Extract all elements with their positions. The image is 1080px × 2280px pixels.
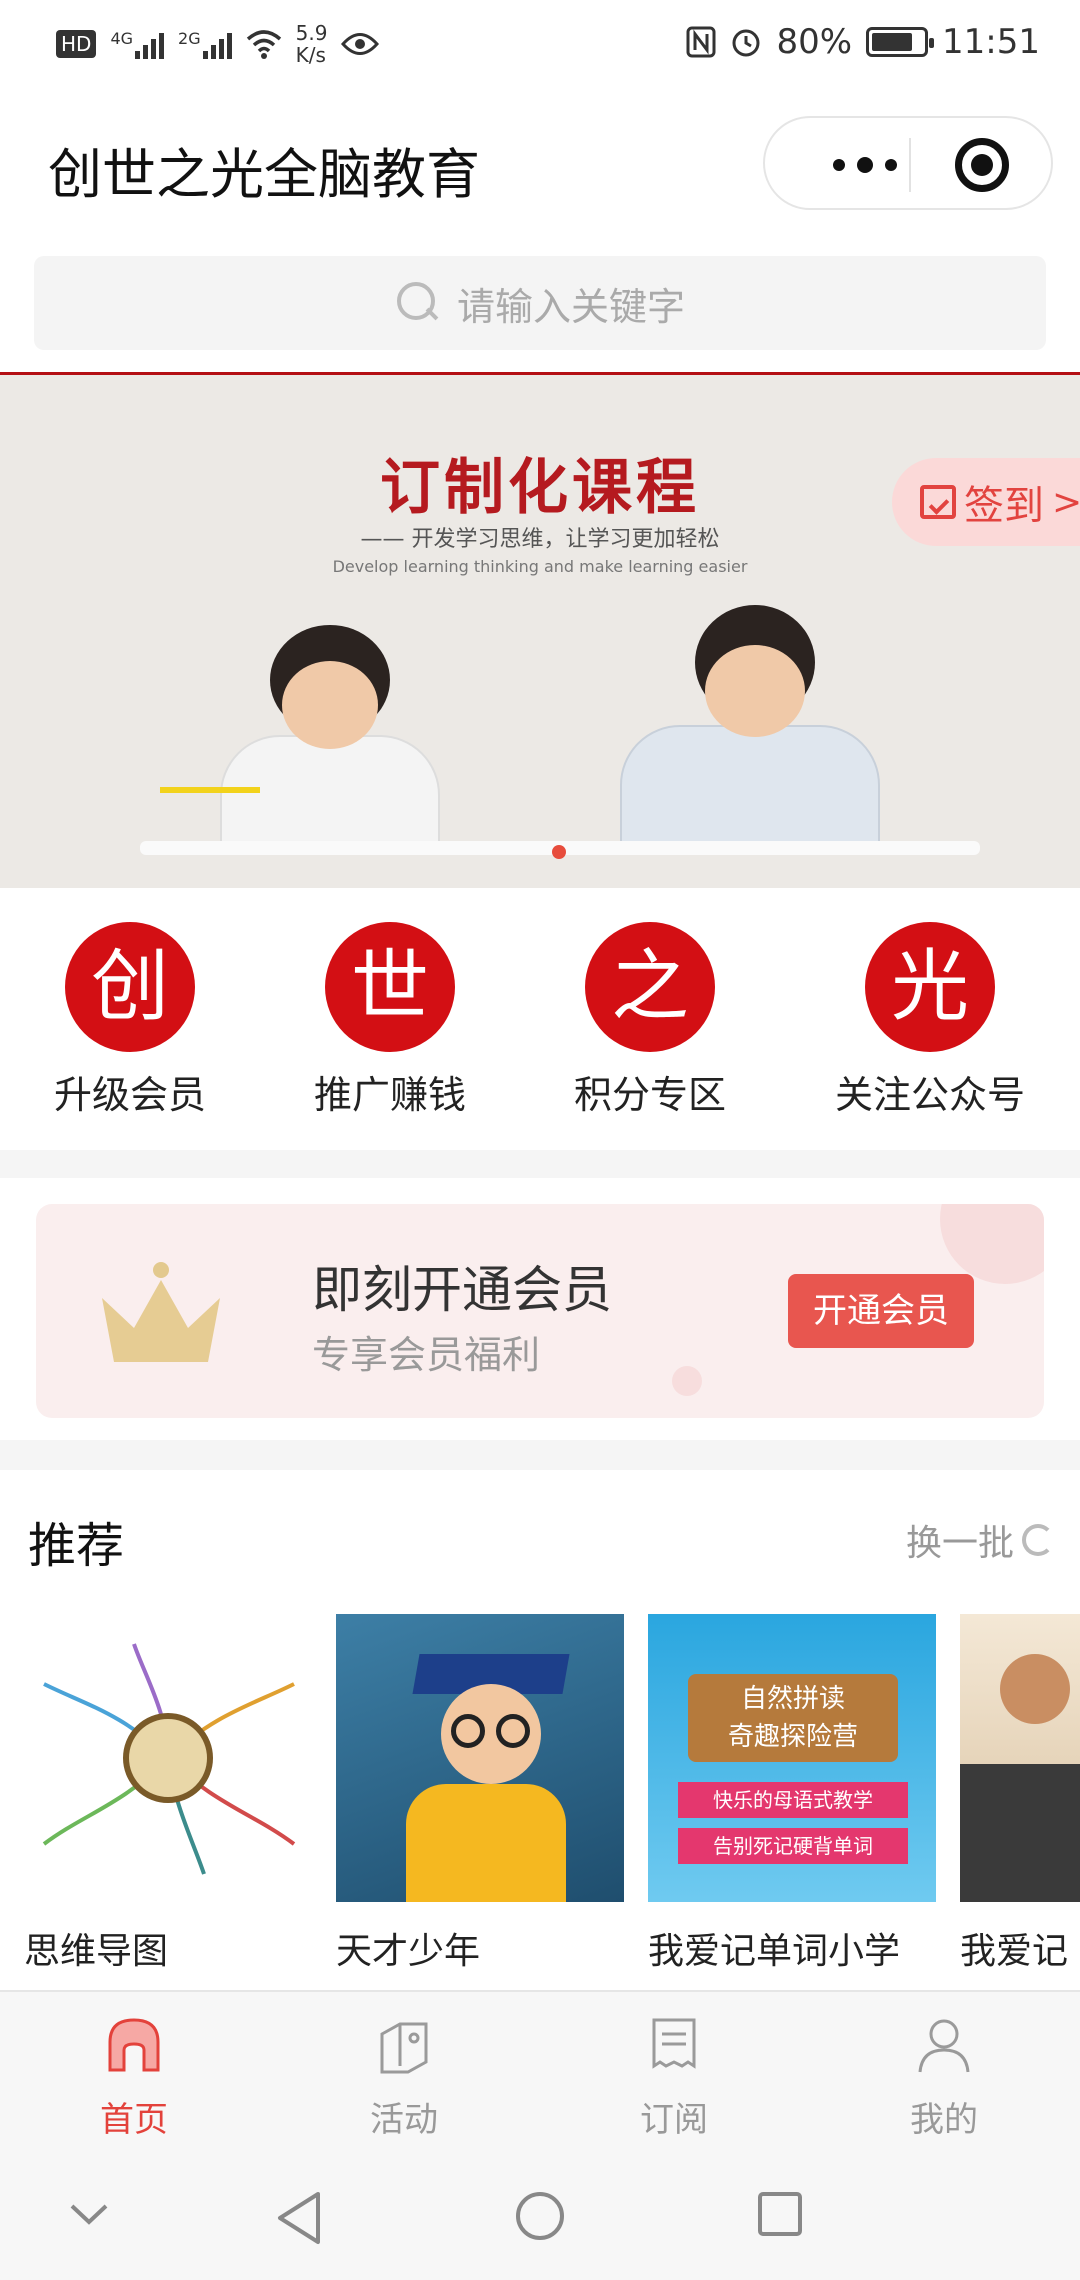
crown-icon [102,1262,220,1362]
bottom-tab-bar: 首页 活动 订阅 我的 [0,1990,1080,2150]
eye-icon [341,33,380,55]
quick-link-label: 积分专区 [573,1073,726,1117]
tab-activity[interactable]: 活动 [314,2014,494,2141]
tab-subscribe[interactable]: 订阅 [584,2014,764,2141]
search-placeholder: 请输入关键字 [456,284,685,329]
battery-icon [866,27,935,57]
member-card[interactable]: 即刻开通会员 专享会员福利 开通会员 [36,1204,1044,1418]
clock: 11:51 [942,22,1040,62]
signal-icon [202,29,232,59]
recommend-card[interactable]: 我爱记 [960,1614,1080,1974]
pencil-illustration [160,787,260,793]
card-title: 我爱记 [960,1931,1069,1972]
search-icon [395,280,441,326]
quick-link-label: 推广赚钱 [313,1073,466,1117]
activity-icon [380,2022,428,2074]
net-speed-unit: K/s [295,43,326,67]
decorative-bubble [940,1204,1044,1284]
quick-links: 创 升级会员 世 推广赚钱 之 积分专区 光 关注公众号 [0,888,1080,1150]
child-illustration-right [600,605,900,855]
banner-carousel[interactable]: 订制化课程 —— 开发学习思维，让学习更加轻松 Develop learning… [0,372,1080,888]
miniprogram-capsule [763,116,1053,210]
network-type-label: 4G [110,29,134,48]
nfc-icon [686,26,716,58]
member-title: 即刻开通会员 [312,1261,612,1319]
kids-thumbnail [960,1614,1080,1902]
recommend-card[interactable]: 天才少年 [336,1614,624,1974]
image-text-line: 自然拼读 [740,1684,845,1714]
checkin-button[interactable]: 签到 > [892,458,1080,546]
decorative-bubble [672,1366,702,1396]
tab-profile[interactable]: 我的 [854,2014,1034,2141]
alarm-icon [732,29,760,57]
recommend-card[interactable]: 自然拼读 奇趣探险营 快乐的母语式教学 告别死记硬背单词 我爱记单词小学 [648,1614,936,1974]
top-bar: 创世之光全脑教育 [0,92,1080,234]
brand-char-icon: 之 [585,922,715,1052]
battery-percent: 80% [776,22,853,62]
member-subtitle: 专享会员福利 [312,1333,541,1377]
recents-square-icon[interactable] [756,2190,804,2238]
card-title: 天才少年 [336,1931,481,1972]
quick-link-points-zone[interactable]: 之 积分专区 [530,922,770,1119]
chevron-down-icon[interactable] [66,2190,112,2236]
brand-char-icon: 创 [65,922,195,1052]
search-input[interactable]: 请输入关键字 [34,256,1046,350]
network-type-label: 2G [178,29,201,48]
refresh-batch-button[interactable]: 换一批 [906,1514,1054,1566]
page-title: 创世之光全脑教育 [48,143,480,206]
refresh-icon [1022,1524,1054,1556]
quick-link-follow-account[interactable]: 光 关注公众号 [810,922,1050,1119]
home-circle-icon[interactable] [514,2190,566,2242]
capsule-divider [909,138,911,192]
quick-link-label: 升级会员 [53,1073,206,1117]
open-membership-button[interactable]: 开通会员 [788,1274,974,1348]
chevron-right-icon: > [1052,481,1080,523]
banner-subtitle-en: Develop learning thinking and make learn… [332,557,748,576]
battery-fill [872,33,913,51]
more-menu-button[interactable] [805,152,925,178]
search-section: 请输入关键字 [0,234,1080,372]
child-illustration-left [200,625,460,855]
quick-link-label: 关注公众号 [834,1073,1025,1117]
status-bar: HD 4G 2G 5.9 K/s 80% 11:51 [0,0,1080,92]
wifi-icon [246,30,281,59]
member-section: 即刻开通会员 专享会员福利 开通会员 [0,1178,1080,1440]
net-speed-value: 5.9 [295,21,328,45]
profile-icon [918,2019,970,2073]
image-text-line: 奇趣探险营 [727,1722,858,1752]
mind-map-thumbnail [24,1614,312,1902]
signal-icon [135,29,165,59]
recommend-card[interactable]: 思维导图 [24,1614,312,1974]
genius-kid-thumbnail [336,1614,624,1902]
back-icon[interactable] [274,2190,324,2246]
brand-char-icon: 世 [325,922,455,1052]
refresh-label: 换一批 [905,1523,1014,1564]
tab-label: 我的 [910,2100,978,2140]
carousel-indicator [552,845,566,859]
quick-link-upgrade-member[interactable]: 创 升级会员 [10,922,250,1119]
subscribe-icon [652,2018,696,2069]
brand-char-icon: 光 [865,922,995,1052]
close-miniprogram-button[interactable] [955,138,1009,192]
hd-badge: HD [56,30,97,58]
tab-label: 首页 [100,2100,168,2140]
tab-home[interactable]: 首页 [44,2014,224,2141]
tab-label: 订阅 [640,2100,708,2140]
tab-label: 活动 [370,2100,438,2140]
phonics-thumbnail: 自然拼读 奇趣探险营 快乐的母语式教学 告别死记硬背单词 [648,1614,936,1902]
home-icon [108,2018,160,2072]
section-title: 推荐 [28,1518,125,1574]
image-text-line: 快乐的母语式教学 [678,1782,908,1818]
card-title: 我爱记单词小学 [648,1931,901,1972]
system-nav-bar [0,2150,1080,2280]
recommend-section: 推荐 换一批 思维导图 天才少年 自然拼读 奇趣探险营 快乐的母语式教学 告别死… [0,1470,1080,1990]
card-title: 思维导图 [24,1931,169,1972]
checkin-label: 签到 [964,483,1044,529]
quick-link-promote-earn[interactable]: 世 推广赚钱 [270,922,510,1119]
image-text-line: 告别死记硬背单词 [678,1828,908,1864]
calendar-check-icon [920,485,956,519]
